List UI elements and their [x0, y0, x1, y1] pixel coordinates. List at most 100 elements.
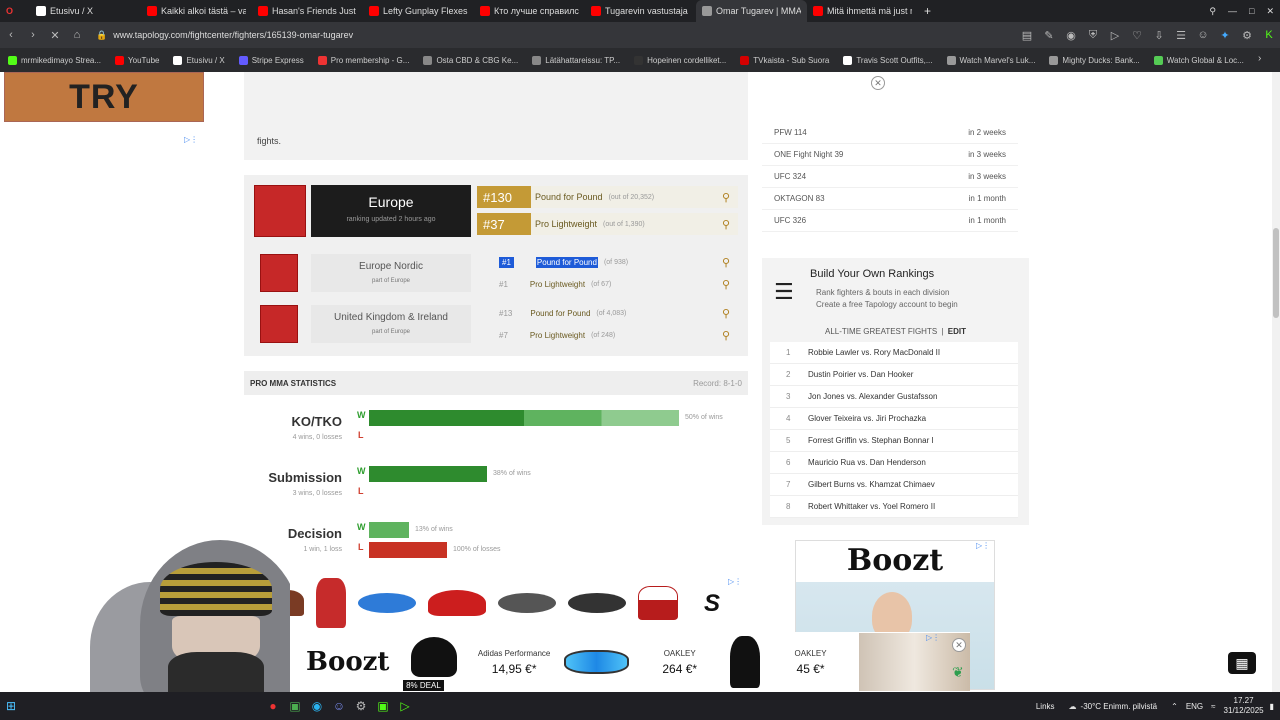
taskbar-app-icon[interactable]: ⚙: [350, 696, 372, 716]
browser-tab[interactable]: Lefty Gunplay Flexes his C: [363, 0, 474, 22]
heart-icon[interactable]: ♡: [1126, 29, 1148, 42]
kick-icon[interactable]: K: [1258, 29, 1280, 41]
edit-link[interactable]: EDIT: [948, 327, 966, 336]
greatest-fight-item[interactable]: 5 Forrest Griffin vs. Stephan Bonnar I: [770, 430, 1018, 452]
bookmark-item[interactable]: Watch Global & Loc...: [1153, 55, 1244, 65]
greatest-fight-item[interactable]: 4 Glover Teixeira vs. Jiri Prochazka: [770, 408, 1018, 430]
build-title[interactable]: Build Your Own Rankings: [810, 268, 934, 280]
browser-tab[interactable]: Kaikki alkoi tästä – vapaas: [141, 0, 252, 22]
back-icon[interactable]: ‹: [0, 29, 22, 41]
europe-p4p-rank[interactable]: #130 Pound for Pound (out of 20,352) ⚲: [477, 186, 738, 208]
bookmark-item[interactable]: Lätähattareissu: TP...: [532, 55, 620, 65]
browser-tab[interactable]: Mitä ihmettä mä just näin: [807, 0, 918, 22]
europe-lw-rank[interactable]: #37 Pro Lightweight (out of 1,390) ⚲: [477, 213, 738, 235]
browser-tab[interactable]: Etusivu / X: [30, 0, 141, 22]
uk-header[interactable]: United Kingdom & Ireland part of Europe: [311, 305, 471, 343]
uk-p4p-rank[interactable]: #13 Pound for Pound (of 4,083) ⚲: [477, 305, 738, 321]
notification-icon[interactable]: ▮: [1270, 702, 1274, 711]
bookmark-item[interactable]: Pro membership - G...: [317, 55, 409, 65]
browser-tab[interactable]: Omar Tugarev | MMA Figh: [696, 0, 807, 22]
greatest-fight-item[interactable]: 3 Jon Jones vs. Alexander Gustafsson: [770, 386, 1018, 408]
search-tabs-icon[interactable]: ⚲: [1203, 0, 1222, 22]
nordic-p4p-rank[interactable]: #1 Pound for Pound (of 938) ⚲: [477, 254, 738, 270]
stop-loading-icon[interactable]: ✕: [44, 29, 66, 42]
menu-icon[interactable]: ☰: [1170, 29, 1192, 42]
edit-icon[interactable]: ✎: [1038, 29, 1060, 42]
new-tab-button[interactable]: +: [918, 0, 937, 22]
shield-icon[interactable]: ⛨: [1082, 29, 1104, 42]
windows-start-icon[interactable]: ⊞: [0, 696, 22, 716]
camera-icon[interactable]: ◉: [1060, 29, 1082, 42]
search-icon[interactable]: ⚲: [722, 218, 730, 231]
download-icon[interactable]: ⇩: [1148, 29, 1170, 42]
search-icon[interactable]: ⚲: [722, 278, 730, 291]
maximize-icon[interactable]: □: [1243, 0, 1260, 22]
bookmark-item[interactable]: Hopeinen cordelliket...: [634, 55, 726, 65]
taskbar-app-icon[interactable]: ▣: [372, 696, 394, 716]
discord-icon[interactable]: ☺: [328, 696, 350, 716]
forward-icon[interactable]: ›: [22, 29, 44, 41]
search-icon[interactable]: ⚲: [722, 329, 730, 342]
ad-choices-icon[interactable]: ▷⋮: [728, 577, 742, 586]
bookmark-item[interactable]: mrmikedimayo Strea...: [8, 55, 101, 65]
language-indicator[interactable]: ENG: [1186, 702, 1203, 711]
close-ad-icon[interactable]: ✕: [871, 76, 885, 90]
bookmark-item[interactable]: TVkaista - Sub Suora: [740, 55, 829, 65]
ad-choices-icon[interactable]: ▷⋮: [184, 135, 198, 144]
browser-tab[interactable]: Кто лучше справился?: [474, 0, 585, 22]
profile-icon[interactable]: ☺: [1192, 29, 1214, 41]
bookmark-item[interactable]: Osta CBD & CBG Ke...: [423, 55, 518, 65]
wifi-icon[interactable]: ≈: [1211, 702, 1215, 711]
upcoming-event[interactable]: UFC 324 in 3 weeks: [762, 166, 1018, 188]
browser-menu-icon[interactable]: O: [0, 0, 30, 22]
home-icon[interactable]: ⌂: [66, 29, 88, 41]
bookmark-item[interactable]: Mighty Ducks: Bank...: [1049, 55, 1140, 65]
upcoming-event[interactable]: UFC 326 in 1 month: [762, 210, 1018, 232]
bookmark-item[interactable]: YouTube: [115, 55, 159, 65]
sidebar-icon[interactable]: ▤: [1016, 29, 1038, 42]
boozt-bottom-ad[interactable]: Boozt 8% DEAL Adidas Performance 14,95 €…: [290, 632, 970, 692]
search-icon[interactable]: ⚲: [722, 256, 730, 269]
ad-choices-icon[interactable]: ▷⋮: [976, 541, 990, 550]
bookmark-item[interactable]: Travis Scott Outfits,...: [843, 55, 933, 65]
close-window-icon[interactable]: ✕: [1260, 0, 1280, 22]
nordic-header[interactable]: Europe Nordic part of Europe: [311, 254, 471, 292]
europe-header[interactable]: Europe ranking updated 2 hours ago: [311, 185, 471, 237]
greatest-fight-item[interactable]: 7 Gilbert Burns vs. Khamzat Chimaev: [770, 474, 1018, 496]
close-ad-icon[interactable]: ✕: [952, 638, 966, 652]
apps-grid-icon[interactable]: ▦: [1228, 652, 1256, 674]
tray-chevron-icon[interactable]: ⌃: [1171, 702, 1178, 711]
taskbar-app-icon[interactable]: ●: [262, 696, 284, 716]
greatest-fight-item[interactable]: 8 Robert Whittaker vs. Yoel Romero II: [770, 496, 1018, 518]
upcoming-event[interactable]: PFW 114 in 2 weeks: [762, 122, 1018, 144]
bookmark-item[interactable]: Etusivu / X: [173, 55, 225, 65]
bookmarks-overflow-icon[interactable]: ›: [1258, 53, 1261, 64]
product-ad-strip[interactable]: [264, 574, 684, 632]
settings-icon[interactable]: ⚙: [1236, 29, 1258, 42]
nordic-lw-rank[interactable]: #1 Pro Lightweight (of 67) ⚲: [477, 276, 738, 292]
search-icon[interactable]: ⚲: [722, 191, 730, 204]
scrollbar-thumb[interactable]: [1273, 228, 1279, 318]
uk-lw-rank[interactable]: #7 Pro Lightweight (of 248) ⚲: [477, 327, 738, 343]
bookmark-item[interactable]: Stripe Express: [238, 55, 304, 65]
upcoming-event[interactable]: ONE Fight Night 39 in 3 weeks: [762, 144, 1018, 166]
taskbar-links[interactable]: Links: [1036, 702, 1055, 711]
taskbar-app-icon[interactable]: ▷: [394, 696, 416, 716]
extension-icon[interactable]: ✦: [1214, 29, 1236, 42]
weather-text[interactable]: -30°C Enimm. pilvistä: [1081, 702, 1158, 711]
greatest-fight-item[interactable]: 2 Dustin Poirier vs. Dan Hooker: [770, 364, 1018, 386]
taskbar-app-icon[interactable]: ▣: [284, 696, 306, 716]
play-icon[interactable]: ▷: [1104, 29, 1126, 42]
bookmark-item[interactable]: Watch Marvel's Luk...: [946, 55, 1035, 65]
url-field[interactable]: 🔒 www.tapology.com/fightcenter/fighters/…: [88, 25, 1016, 45]
browser-tab[interactable]: Tugarevin vastustaja palja: [585, 0, 696, 22]
clock[interactable]: 17.27 31/12/2025: [1224, 696, 1264, 716]
edge-icon[interactable]: ◉: [306, 696, 328, 716]
ad-choices-icon[interactable]: ▷⋮: [926, 633, 940, 642]
try-ad-banner[interactable]: TRY: [4, 72, 204, 122]
greatest-fight-item[interactable]: 6 Mauricio Rua vs. Dan Henderson: [770, 452, 1018, 474]
search-icon[interactable]: ⚲: [722, 307, 730, 320]
browser-tab[interactable]: Hasan's Friends Just Expo: [252, 0, 363, 22]
page-scrollbar[interactable]: [1272, 72, 1280, 692]
minimize-icon[interactable]: —: [1222, 0, 1243, 22]
